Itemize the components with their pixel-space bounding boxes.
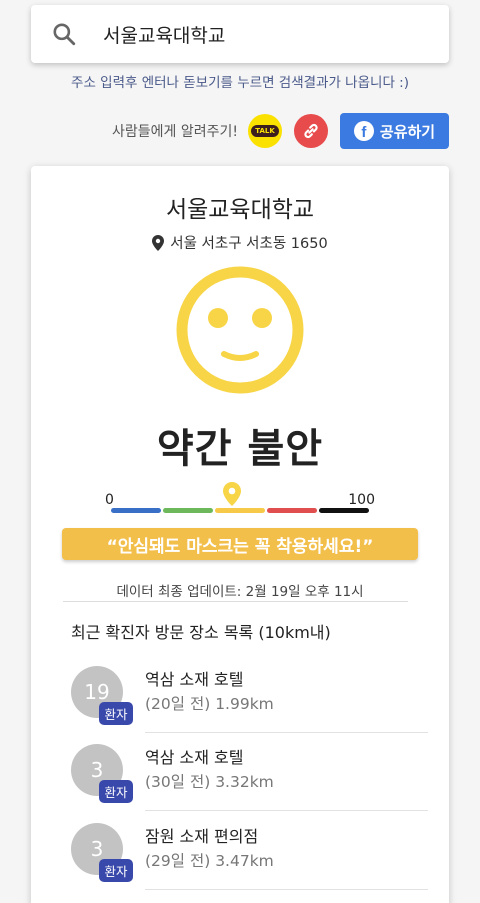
gauge-segment-5 xyxy=(319,508,369,513)
patient-badge: 환자 xyxy=(99,780,133,803)
link-icon xyxy=(304,123,318,139)
facebook-share-label: 공유하기 xyxy=(379,122,436,141)
copy-link-button[interactable] xyxy=(294,114,328,148)
list-item[interactable]: 19 환자 역삼 소재 호텔 (20일 전) 1.99km xyxy=(71,666,428,746)
risk-gauge: 0 100 xyxy=(105,482,375,518)
facebook-icon: f xyxy=(353,121,374,141)
facebook-share-button[interactable]: f 공유하기 xyxy=(340,113,449,149)
place-address: 서울 서초구 서초동 1650 xyxy=(170,236,328,252)
kakao-talk-icon: TALK xyxy=(251,125,279,137)
search-icon[interactable] xyxy=(49,19,79,49)
advice-banner: “안심돼도 마스크는 꼭 착용하세요!” xyxy=(62,528,418,560)
gauge-marker-icon xyxy=(223,482,241,506)
gauge-segment-4 xyxy=(267,508,317,513)
place-address-row: 서울 서초구 서초동 1650 xyxy=(31,232,449,253)
visit-place-name: 역삼 소재 호텔 xyxy=(145,748,244,767)
search-input[interactable] xyxy=(103,23,403,45)
search-hint: 주소 입력후 엔터나 돋보기를 누르면 검색결과가 나옵니다 :) xyxy=(71,75,409,91)
list-item[interactable]: 3 환자 역삼 소재 호텔 (30일 전) 3.32km xyxy=(71,744,428,824)
list-item[interactable]: 3 환자 잠원 소재 편의점 (29일 전) 3.47km xyxy=(71,823,428,903)
risk-status: 약간 불안 xyxy=(156,426,324,472)
gauge-min-label: 0 xyxy=(105,492,114,508)
visit-list-title: 최근 확진자 방문 장소 목록 (10km내) xyxy=(71,623,331,642)
divider xyxy=(145,732,428,733)
location-pin-icon xyxy=(152,234,165,251)
visit-meta: (29일 전) 3.47km xyxy=(145,852,274,870)
gauge-segment-2 xyxy=(163,508,213,513)
visit-meta: (30일 전) 3.32km xyxy=(145,773,274,791)
visit-place-name: 역삼 소재 호텔 xyxy=(145,670,244,689)
gauge-segment-1 xyxy=(111,508,161,513)
place-name: 서울교육대학교 xyxy=(165,197,315,223)
patient-badge: 환자 xyxy=(99,702,133,725)
visit-place-name: 잠원 소재 편의점 xyxy=(145,827,259,846)
search-bar xyxy=(31,5,449,63)
gauge-max-label: 100 xyxy=(348,492,375,508)
kakao-share-button[interactable]: TALK xyxy=(248,114,282,148)
share-row: 사람들에게 알려주기! TALK f 공유하기 xyxy=(112,112,449,150)
result-card: 서울교육대학교 서울 서초구 서초동 1650 약간 불안 0 100 “안심돼… xyxy=(31,166,449,903)
patient-badge: 환자 xyxy=(99,859,133,882)
visit-meta: (20일 전) 1.99km xyxy=(145,695,274,713)
divider xyxy=(63,601,408,602)
smiley-face-icon xyxy=(176,266,304,394)
divider xyxy=(145,889,428,890)
divider xyxy=(145,810,428,811)
gauge-segment-3 xyxy=(215,508,265,513)
share-label: 사람들에게 알려주기! xyxy=(112,124,238,140)
last-updated: 데이터 최종 업데이트: 2월 19일 오후 11시 xyxy=(116,584,364,600)
